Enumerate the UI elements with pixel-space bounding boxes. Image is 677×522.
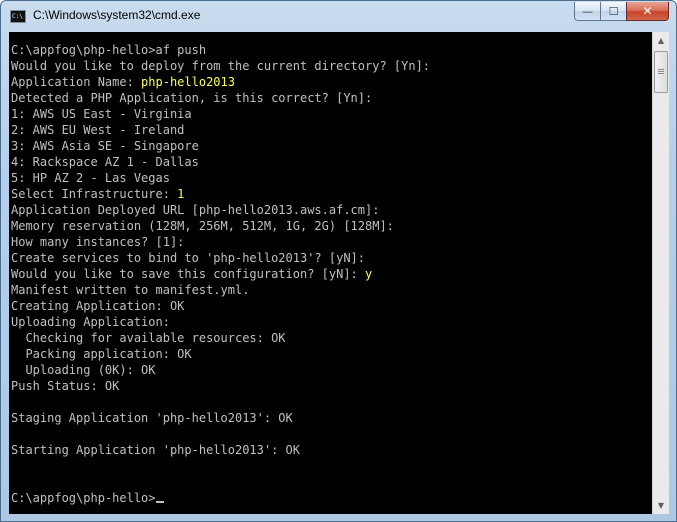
window-controls: — ☐ ✕ (574, 2, 669, 21)
window-title: C:\Windows\system32\cmd.exe (33, 8, 201, 22)
console-line: Application Deployed URL [php-hello2013.… (11, 202, 430, 218)
console-line: Creating Application: OK (11, 298, 430, 314)
console-text-segment: Staging Application 'php-hello2013': OK (11, 411, 293, 425)
text-cursor (155, 501, 164, 503)
console-text-segment: Uploading Application: (11, 315, 170, 329)
console-line: Would you like to deploy from the curren… (11, 58, 430, 74)
console-line: 4: Rackspace AZ 1 - Dallas (11, 154, 430, 170)
console-line: Packing application: OK (11, 346, 430, 362)
minimize-button[interactable]: — (574, 2, 600, 21)
console-line: Uploading (0K): OK (11, 362, 430, 378)
cmd-icon-label: C:\ (12, 13, 23, 20)
console-line: How many instances? [1]: (11, 234, 430, 250)
minimize-icon: — (582, 4, 593, 18)
console-user-input: 1 (177, 187, 185, 201)
console-text-segment: Creating Application: OK (11, 299, 185, 313)
console-text-segment: C:\appfog\php-hello>af push (11, 43, 207, 57)
console-text-segment: Starting Application 'php-hello2013': OK (11, 443, 300, 457)
console-line: Would you like to save this configuratio… (11, 266, 430, 282)
console-line: Detected a PHP Application, is this corr… (11, 90, 430, 106)
console-line: Select Infrastructure: 1 (11, 186, 430, 202)
console-text-segment: Would you like to save this configuratio… (11, 267, 366, 281)
close-button[interactable]: ✕ (626, 2, 669, 21)
console-user-input: php-hello2013 (141, 75, 235, 89)
console-line: Staging Application 'php-hello2013': OK (11, 410, 430, 426)
arrow-up-icon: ▲ (657, 36, 665, 45)
console-text-segment: Manifest written to manifest.yml. (11, 283, 250, 297)
console-line: Push Status: OK (11, 378, 430, 394)
console-line: 5: HP AZ 2 - Las Vegas (11, 170, 430, 186)
scroll-up-button[interactable]: ▲ (653, 32, 669, 49)
grip-icon (658, 69, 664, 75)
arrow-down-icon: ▼ (657, 501, 665, 510)
cmd-icon[interactable]: C:\ (10, 10, 26, 23)
console-text-segment: Would you like to deploy from the curren… (11, 59, 431, 73)
console-text-segment: Detected a PHP Application, is this corr… (11, 91, 373, 105)
console-line: Uploading Application: (11, 314, 430, 330)
console-line: 2: AWS EU West - Ireland (11, 122, 430, 138)
console-line: C:\appfog\php-hello>af push (11, 42, 430, 58)
console-line: Manifest written to manifest.yml. (11, 282, 430, 298)
scroll-down-button[interactable]: ▼ (653, 497, 669, 514)
console-text-segment: Application Name: (11, 75, 142, 89)
console-text-segment: Memory reservation (128M, 256M, 512M, 1G… (11, 219, 394, 233)
console-text-segment: Push Status: OK (11, 379, 120, 393)
console-text-segment: Uploading (0K): OK (11, 363, 156, 377)
scrollbar-thumb[interactable] (654, 51, 668, 93)
console-text-segment: Select Infrastructure: (11, 187, 178, 201)
console-text-segment: Packing application: OK (11, 347, 192, 361)
console-line: Starting Application 'php-hello2013': OK (11, 442, 430, 458)
maximize-button[interactable]: ☐ (600, 2, 626, 21)
console-line: 3: AWS Asia SE - Singapore (11, 138, 430, 154)
console-text: C:\appfog\php-hello>af push Would you lik… (11, 42, 430, 506)
console-text-segment: 3: AWS Asia SE - Singapore (11, 139, 199, 153)
console-line: Application Name: php-hello2013 (11, 74, 430, 90)
console-text-segment: 1: AWS US East - Virginia (11, 107, 192, 121)
close-icon: ✕ (642, 4, 653, 18)
title-bar[interactable]: C:\ C:\Windows\system32\cmd.exe — ☐ ✕ (1, 1, 676, 31)
maximize-icon: ☐ (608, 4, 619, 18)
console-text-segment: Checking for available resources: OK (11, 331, 286, 345)
console-line: Memory reservation (128M, 256M, 512M, 1G… (11, 218, 430, 234)
console-line: C:\appfog\php-hello> (11, 490, 430, 506)
console-text-segment: Create services to bind to 'php-hello201… (11, 251, 366, 265)
console-text-segment: 5: HP AZ 2 - Las Vegas (11, 171, 170, 185)
console-line: Create services to bind to 'php-hello201… (11, 250, 430, 266)
console-output[interactable]: C:\appfog\php-hello>af push Would you lik… (9, 32, 652, 514)
console-user-input: y (365, 267, 373, 281)
vertical-scrollbar[interactable]: ▲ ▼ (652, 32, 669, 514)
console-line: Checking for available resources: OK (11, 330, 430, 346)
console-text-segment: 2: AWS EU West - Ireland (11, 123, 185, 137)
console-text-segment: Application Deployed URL [php-hello2013.… (11, 203, 380, 217)
console-line: 1: AWS US East - Virginia (11, 106, 430, 122)
console-text-segment: How many instances? [1]: (11, 235, 185, 249)
console-text-segment: C:\appfog\php-hello> (11, 491, 156, 505)
console-text-segment: 4: Rackspace AZ 1 - Dallas (11, 155, 199, 169)
cmd-window: C:\ C:\Windows\system32\cmd.exe — ☐ ✕ C:… (0, 0, 677, 522)
